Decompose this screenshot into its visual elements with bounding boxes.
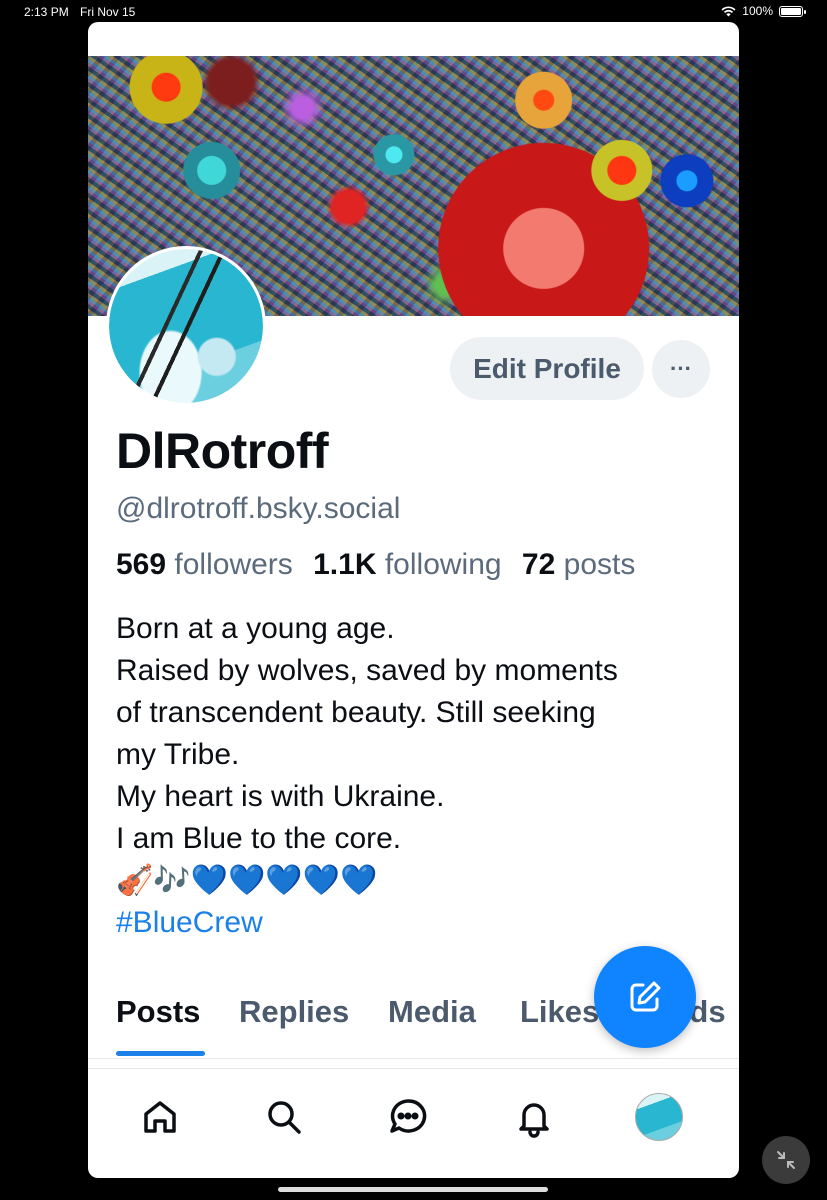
battery-icon [779,5,806,17]
tab-likes[interactable]: Likes [520,994,599,1030]
bell-icon [519,1103,549,1138]
collapse-arrows-icon [777,1151,795,1169]
profile-bio: Born at a young age. Raised by wolves, s… [116,608,716,944]
collapse-window-button[interactable] [762,1136,810,1184]
compose-icon [630,981,661,1012]
edit-profile-button[interactable]: Edit Profile [450,337,644,400]
following-link[interactable]: 1.1K following [313,548,501,581]
app-window: Edit Profile ··· DlRotroff @dlrotroff.bs… [88,22,739,1178]
home-indicator[interactable] [278,1187,548,1192]
nav-profile[interactable] [633,1091,685,1143]
bio-line: my Tribe. [116,738,240,771]
status-time: 2:13 PM [24,5,69,19]
profile-avatar[interactable] [106,246,266,406]
bio-line: I am Blue to the core. [116,822,402,855]
following-label: following [384,548,502,581]
tab-media[interactable]: Media [388,994,476,1030]
bio-line: My heart is with Ukraine. [116,780,445,813]
followers-link[interactable]: 569 followers [116,548,293,581]
avatar-image [109,249,263,403]
profile-avatar-icon [635,1093,683,1141]
chat-icon [390,1099,427,1133]
wifi-icon [721,5,736,16]
followers-label: followers [174,548,293,581]
more-options-button[interactable]: ··· [652,340,710,398]
bottom-navigation [88,1068,739,1165]
nav-search[interactable] [258,1091,310,1143]
posts-stat: 72 posts [522,548,635,581]
status-bar: 2:13 PM Fri Nov 15 100% [0,0,827,22]
status-date: Fri Nov 15 [80,5,136,19]
bio-line: Born at a young age. [116,612,395,645]
display-name: DlRotroff [116,423,329,479]
nav-notifications[interactable] [508,1091,560,1143]
bio-line: of transcendent beauty. Still seeking [116,696,596,729]
following-count: 1.1K [313,548,377,581]
tab-posts[interactable]: Posts [116,994,200,1030]
hashtag-link[interactable]: #BlueCrew [116,902,716,944]
battery-percent: 100% [742,4,773,18]
profile-handle: @dlrotroff.bsky.social [116,492,401,525]
bio-emoji-line: 🎻🎶💙💙💙💙💙 [116,864,378,897]
tab-replies[interactable]: Replies [239,994,349,1030]
posts-label: posts [563,548,636,581]
home-icon [144,1101,176,1133]
active-tab-indicator [116,1051,205,1056]
posts-count: 72 [521,548,556,581]
nav-chat[interactable] [382,1091,434,1143]
followers-count: 569 [116,548,167,581]
compose-button[interactable] [594,946,696,1048]
profile-stats: 569 followers 1.1K following 72 posts [116,548,635,582]
bio-line: Raised by wolves, saved by moments [116,654,618,687]
nav-home[interactable] [134,1091,186,1143]
search-icon [268,1101,301,1134]
